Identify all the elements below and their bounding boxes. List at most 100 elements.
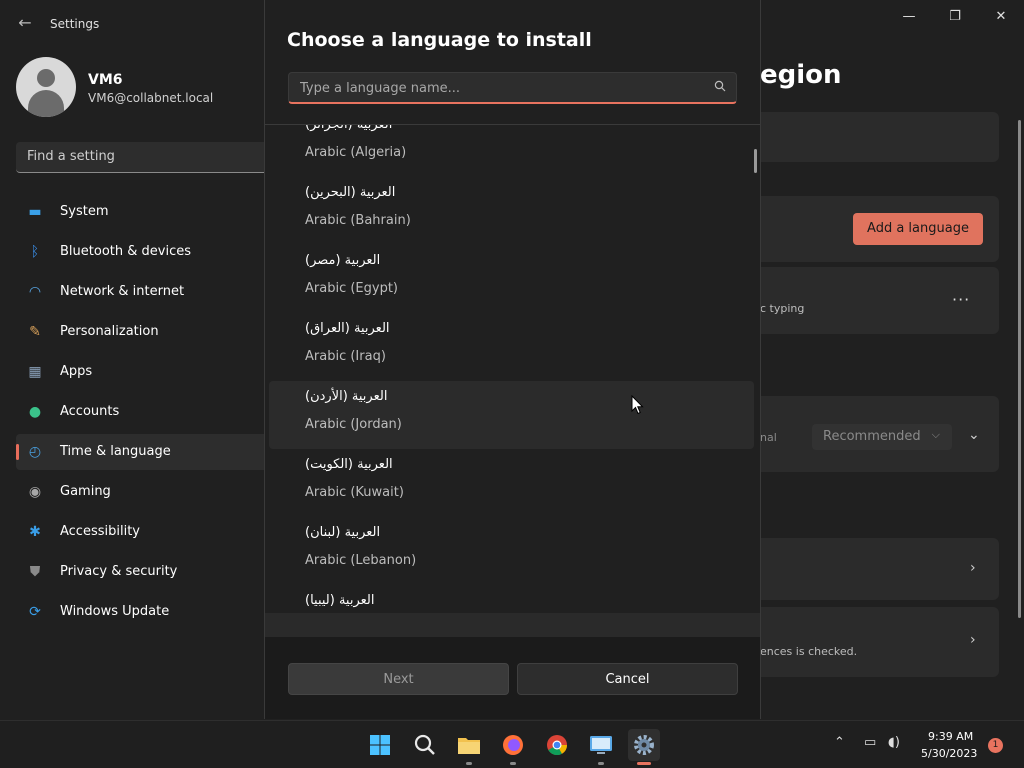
language-option[interactable]: العربية (البحرين) Arabic (Bahrain)	[269, 177, 754, 245]
sidebar-item-accounts[interactable]: ● Accounts	[16, 394, 276, 430]
language-option[interactable]: العربية (مصر) Arabic (Egypt)	[269, 245, 754, 313]
avatar-shoulders	[28, 90, 64, 117]
minimize-button[interactable]: —	[894, 8, 924, 26]
sidebar-nav: ▬ System ᛒ Bluetooth & devices ◠ Network & in…	[16, 194, 276, 634]
remote-desktop-button[interactable]	[585, 729, 617, 765]
sidebar-item-label: Bluetooth & devices	[60, 244, 191, 259]
language-english-name: Arabic (Algeria)	[305, 145, 407, 160]
chevron-right-icon: ›	[970, 632, 976, 648]
firefox-icon	[503, 735, 523, 755]
language-english-name: Arabic (Bahrain)	[305, 213, 411, 228]
clock-date[interactable]: 5/30/2023	[921, 747, 977, 760]
avatar	[16, 57, 76, 117]
add-language-button[interactable]: Add a language	[853, 213, 983, 245]
show-hidden-icons-button[interactable]: ⌃	[834, 735, 845, 750]
sidebar-item-gaming[interactable]: ◉ Gaming	[16, 474, 276, 510]
language-native-name: العربية (ليبيا)	[305, 593, 375, 608]
start-icon	[370, 735, 390, 755]
sidebar-item-label: Apps	[60, 364, 93, 379]
find-setting-placeholder: Find a setting	[27, 149, 115, 164]
sidebar-item-label: Gaming	[60, 484, 111, 499]
back-button[interactable]: ←	[14, 12, 36, 34]
chevron-down-icon: ⌵	[931, 428, 940, 441]
sidebar-item-label: Accounts	[60, 404, 120, 419]
taskbar: ⌃ ▭ ◖) 9:39 AM 5/30/2023 1	[0, 720, 1024, 768]
sidebar-item-label: Personalization	[60, 324, 159, 339]
find-setting-input[interactable]: Find a setting	[16, 142, 276, 173]
language-english-name: Arabic (Iraq)	[305, 349, 386, 364]
sidebar-item-time-language[interactable]: ◴ Time & language	[16, 434, 276, 470]
recommended-value: Recommended	[823, 429, 921, 444]
recommended-dropdown[interactable]: Recommended ⌵	[812, 424, 952, 450]
sidebar-item-label: Accessibility	[60, 524, 140, 539]
language-option[interactable]: العربية (العراق) Arabic (Iraq)	[269, 313, 754, 381]
expand-chevron-icon[interactable]: ⌄	[968, 427, 980, 443]
close-button[interactable]: ✕	[986, 8, 1016, 26]
language-search-box[interactable]	[288, 72, 737, 104]
language-english-name: Arabic (Lebanon)	[305, 553, 417, 568]
sidebar-item-privacy-security[interactable]: ⛊ Privacy & security	[16, 554, 276, 590]
language-option[interactable]: العربية (الأردن) Arabic (Jordan)	[269, 381, 754, 449]
page-title-fragment: egion	[760, 60, 842, 90]
mouse-cursor-icon	[631, 395, 644, 415]
language-english-name: Arabic (Egypt)	[305, 281, 398, 296]
sidebar-item-label: Network & internet	[60, 284, 185, 299]
profile-name: VM6	[88, 72, 123, 88]
sidebar-item-system[interactable]: ▬ System	[16, 194, 276, 230]
person-icon: ●	[28, 404, 42, 420]
language-list[interactable]: العربية (الجزائر) Arabic (Algeria) العربية…	[265, 124, 760, 613]
sidebar-item-label: Windows Update	[60, 604, 170, 619]
update-icon: ⟳	[29, 604, 41, 620]
content-card	[760, 112, 999, 162]
file-explorer-button[interactable]	[453, 729, 485, 765]
language-option[interactable]: العربية (الجزائر) Arabic (Algeria)	[269, 125, 754, 177]
language-option[interactable]: العربية (الكويت) Arabic (Kuwait)	[269, 449, 754, 517]
settings-link-card[interactable]	[760, 538, 999, 600]
sidebar-item-bluetooth-devices[interactable]: ᛒ Bluetooth & devices	[16, 234, 276, 270]
sidebar-item-personalization[interactable]: ✎ Personalization	[16, 314, 276, 350]
next-button[interactable]: Next	[288, 663, 509, 695]
dialog-title: Choose a language to install	[287, 29, 592, 51]
app-title: Settings	[50, 17, 100, 31]
taskbar-search-button[interactable]	[409, 729, 441, 761]
profile-email: VM6@collabnet.local	[88, 91, 214, 105]
language-search-input[interactable]	[289, 73, 709, 103]
running-indicator	[598, 762, 604, 765]
language-native-name: العربية (لبنان)	[305, 525, 381, 540]
more-options-button[interactable]: ···	[952, 290, 970, 309]
sidebar-item-network-internet[interactable]: ◠ Network & internet	[16, 274, 276, 310]
clock-time[interactable]: 9:39 AM	[928, 730, 973, 743]
sidebar-item-accessibility[interactable]: ✱ Accessibility	[16, 514, 276, 550]
chrome-button[interactable]	[541, 729, 573, 761]
chevron-right-icon: ›	[970, 560, 976, 576]
active-indicator	[637, 762, 651, 765]
language-option[interactable]: العربية (ليبيا)	[269, 585, 754, 613]
volume-icon[interactable]: ◖)	[888, 735, 900, 750]
maximize-button[interactable]: ❐	[940, 8, 970, 26]
language-option[interactable]: العربية (لبنان) Arabic (Lebanon)	[269, 517, 754, 585]
language-native-name: العربية (البحرين)	[305, 185, 396, 200]
list-scrollbar-thumb[interactable]	[754, 149, 757, 173]
cancel-button[interactable]: Cancel	[517, 663, 738, 695]
sidebar-item-label: System	[60, 204, 109, 219]
remote-desktop-icon	[590, 736, 612, 754]
bluetooth-icon: ᛒ	[30, 244, 40, 260]
sidebar-item-apps[interactable]: ▦ Apps	[16, 354, 276, 390]
settings-link-card-2[interactable]	[760, 607, 999, 677]
firefox-button[interactable]	[497, 729, 529, 765]
globe-clock-icon: ◴	[28, 444, 42, 460]
wifi-icon: ◠	[28, 284, 42, 300]
language-native-name: العربية (الكويت)	[305, 457, 393, 472]
sidebar-item-windows-update[interactable]: ⟳ Windows Update	[16, 594, 276, 630]
settings-taskbar-button[interactable]	[628, 729, 660, 765]
settings-icon	[634, 735, 654, 755]
start-button[interactable]	[364, 729, 396, 761]
search-icon	[714, 80, 726, 92]
avatar-head	[37, 69, 55, 87]
network-icon[interactable]: ▭	[864, 735, 876, 750]
notification-badge[interactable]: 1	[988, 738, 1003, 753]
language-native-name: العربية (مصر)	[305, 253, 381, 268]
sidebar-item-label: Time & language	[60, 444, 171, 459]
file-explorer-icon	[458, 738, 480, 754]
page-scrollbar[interactable]	[1018, 120, 1021, 618]
